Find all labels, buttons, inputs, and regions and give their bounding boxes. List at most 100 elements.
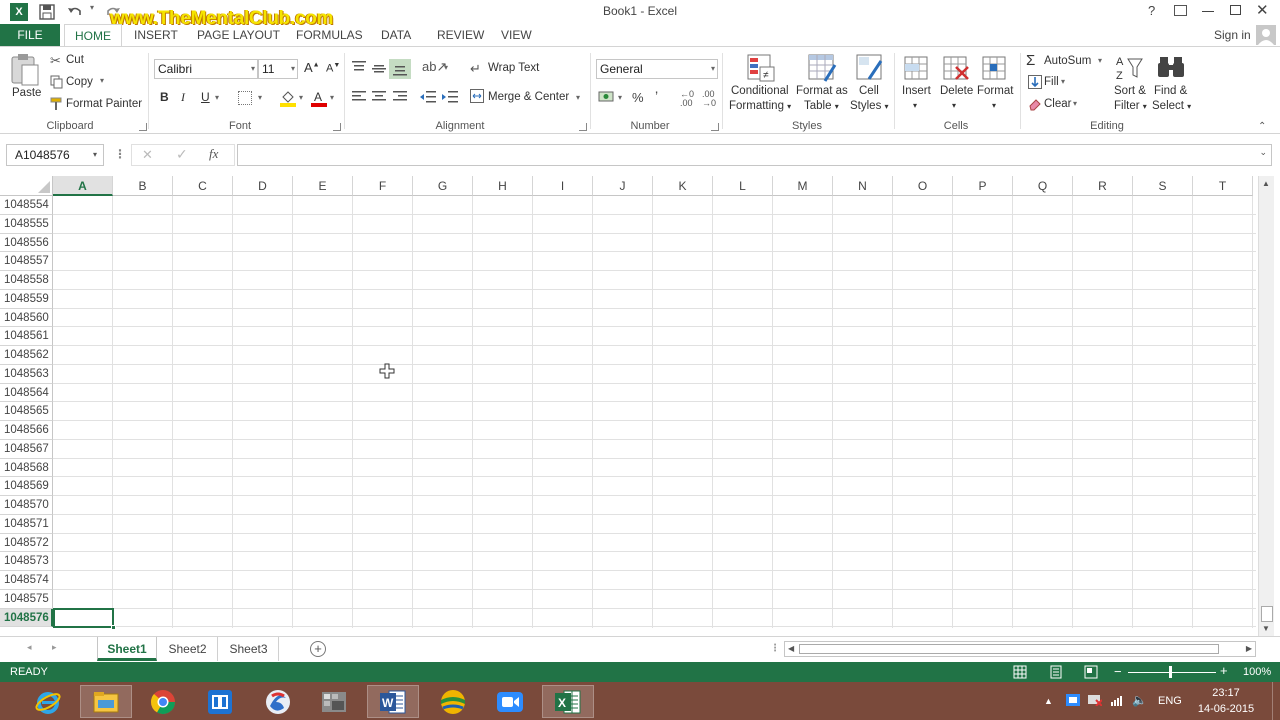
tab-home[interactable]: HOME (64, 24, 122, 46)
minimize-icon[interactable] (1202, 11, 1214, 12)
insert-cells-button[interactable]: Insert ▾ (900, 51, 934, 117)
internet-explorer-icon[interactable] (22, 685, 74, 718)
autosum-dropdown-icon[interactable]: ▾ (1098, 56, 1102, 65)
browser-app-icon[interactable] (252, 685, 304, 718)
align-right-icon[interactable] (393, 91, 407, 103)
cell-styles-button[interactable]: Cell Styles ▾ (850, 51, 890, 117)
zoom-in-icon[interactable]: + (1220, 663, 1228, 678)
copy-dropdown-icon[interactable]: ▾ (100, 76, 104, 85)
row-header[interactable]: 1048557 (0, 252, 53, 271)
column-header-b[interactable]: B (113, 176, 173, 196)
sort-filter-button[interactable]: AZ Sort & Filter ▾ (1110, 51, 1152, 117)
language-indicator[interactable]: ENG (1158, 695, 1182, 707)
column-header-r[interactable]: R (1073, 176, 1133, 196)
column-header-a[interactable]: A (53, 176, 113, 196)
row-header[interactable]: 1048563 (0, 364, 53, 384)
column-header-d[interactable]: D (233, 176, 293, 196)
tab-page-layout[interactable]: PAGE LAYOUT (195, 24, 282, 46)
row-header[interactable]: 1048562 (0, 346, 53, 365)
select-all-button[interactable] (0, 176, 53, 196)
name-box[interactable]: A1048576 ▾ (6, 144, 104, 166)
normal-view-icon[interactable] (1013, 665, 1027, 679)
row-header[interactable]: 1048558 (0, 271, 53, 290)
tab-review[interactable]: REVIEW (435, 24, 486, 46)
meeting-app-icon[interactable] (194, 685, 246, 718)
fill-color-dropdown-icon[interactable]: ▾ (299, 93, 303, 102)
format-cells-button[interactable]: Format ▾ (976, 51, 1016, 117)
column-header-j[interactable]: J (593, 176, 653, 196)
row-header[interactable]: 1048565 (0, 402, 53, 421)
excel-icon[interactable]: X (542, 685, 594, 718)
row-header[interactable]: 1048572 (0, 533, 53, 553)
active-cell[interactable] (53, 608, 116, 630)
chrome-icon[interactable] (137, 685, 189, 718)
wifi-tray-icon[interactable] (1110, 693, 1124, 707)
row-header[interactable]: 1048569 (0, 477, 53, 496)
volume-icon[interactable]: 🔈 (1132, 693, 1147, 707)
row-header[interactable]: 1048560 (0, 308, 53, 328)
italic-button[interactable]: I (181, 90, 185, 105)
percent-style-button[interactable]: % (632, 90, 644, 105)
enter-icon[interactable]: ✓ (176, 146, 188, 163)
row-header[interactable]: 1048556 (0, 233, 53, 253)
restore-icon[interactable] (1230, 5, 1241, 15)
photo-app-icon[interactable] (308, 685, 360, 718)
row-header[interactable]: 1048570 (0, 496, 53, 515)
horizontal-scroll-thumb[interactable] (799, 644, 1219, 654)
increase-font-icon[interactable]: A▲ (304, 60, 320, 75)
horizontal-scrollbar[interactable]: ◀ ▶ (784, 641, 1256, 657)
paste-button[interactable]: Paste (8, 53, 44, 113)
align-left-icon[interactable] (352, 91, 366, 103)
row-header[interactable]: 1048567 (0, 439, 53, 459)
screen-capture-tray-icon[interactable] (1066, 694, 1080, 706)
decrease-indent-icon[interactable] (420, 91, 436, 103)
fill-dropdown-icon[interactable]: ▾ (1061, 77, 1065, 86)
network-tray-icon[interactable] (1088, 694, 1102, 706)
decrease-font-icon[interactable]: A▼ (326, 62, 340, 75)
formula-input[interactable]: ⌄ (237, 144, 1272, 166)
column-header-c[interactable]: C (173, 176, 233, 196)
video-call-icon[interactable] (484, 685, 536, 718)
number-format-select[interactable]: General ▾ (596, 59, 718, 79)
tab-data[interactable]: DATA (379, 24, 413, 46)
insert-function-icon[interactable]: fx (209, 146, 218, 162)
tab-formulas[interactable]: FORMULAS (294, 24, 365, 46)
sheet-tab-sheet3[interactable]: Sheet3 (219, 637, 279, 661)
underline-dropdown-icon[interactable]: ▾ (215, 93, 219, 102)
merge-dropdown-icon[interactable]: ▾ (576, 93, 580, 102)
show-hidden-icons-icon[interactable]: ▲ (1044, 696, 1053, 706)
font-name-select[interactable]: Calibri ▾ (154, 59, 258, 79)
sheet-tab-sheet2[interactable]: Sheet2 (158, 637, 218, 661)
column-header-m[interactable]: M (773, 176, 833, 196)
avatar[interactable] (1256, 25, 1276, 45)
clipboard-launcher-icon[interactable] (139, 123, 147, 131)
column-header-h[interactable]: H (473, 176, 533, 196)
borders-icon[interactable] (238, 91, 252, 105)
vertical-scrollbar[interactable]: ▲ ▼ (1258, 176, 1274, 636)
row-header[interactable]: 1048564 (0, 383, 53, 403)
bottom-align-icon[interactable] (389, 59, 411, 79)
collapse-ribbon-icon[interactable]: ⌃ (1258, 121, 1266, 132)
show-desktop-button[interactable] (1272, 682, 1280, 720)
zoom-out-icon[interactable]: − (1114, 664, 1122, 679)
file-explorer-icon[interactable] (80, 685, 132, 718)
word-icon[interactable]: W (367, 685, 419, 718)
accounting-dropdown-icon[interactable]: ▾ (618, 93, 622, 102)
fill-handle[interactable] (111, 625, 116, 630)
fill-color-icon[interactable] (280, 89, 296, 107)
clock-date[interactable]: 14-06-2015 (1196, 703, 1256, 715)
clock-time[interactable]: 23:17 (1196, 687, 1256, 699)
scroll-right-icon[interactable]: ▶ (1246, 644, 1252, 653)
row-header[interactable]: 1048559 (0, 289, 53, 309)
row-header[interactable]: 1048566 (0, 421, 53, 440)
more-options-icon[interactable]: ⋮ (114, 147, 127, 161)
font-color-icon[interactable]: A (311, 89, 327, 107)
align-center-icon[interactable] (372, 91, 386, 103)
row-header[interactable]: 1048574 (0, 571, 53, 590)
increase-indent-icon[interactable] (442, 91, 458, 103)
delete-cells-button[interactable]: Delete ▾ (938, 51, 974, 117)
column-header-e[interactable]: E (293, 176, 353, 196)
zoom-slider-thumb[interactable] (1169, 666, 1172, 678)
column-header-k[interactable]: K (653, 176, 713, 196)
decrease-decimal-icon[interactable]: .00 →0 (702, 90, 716, 108)
